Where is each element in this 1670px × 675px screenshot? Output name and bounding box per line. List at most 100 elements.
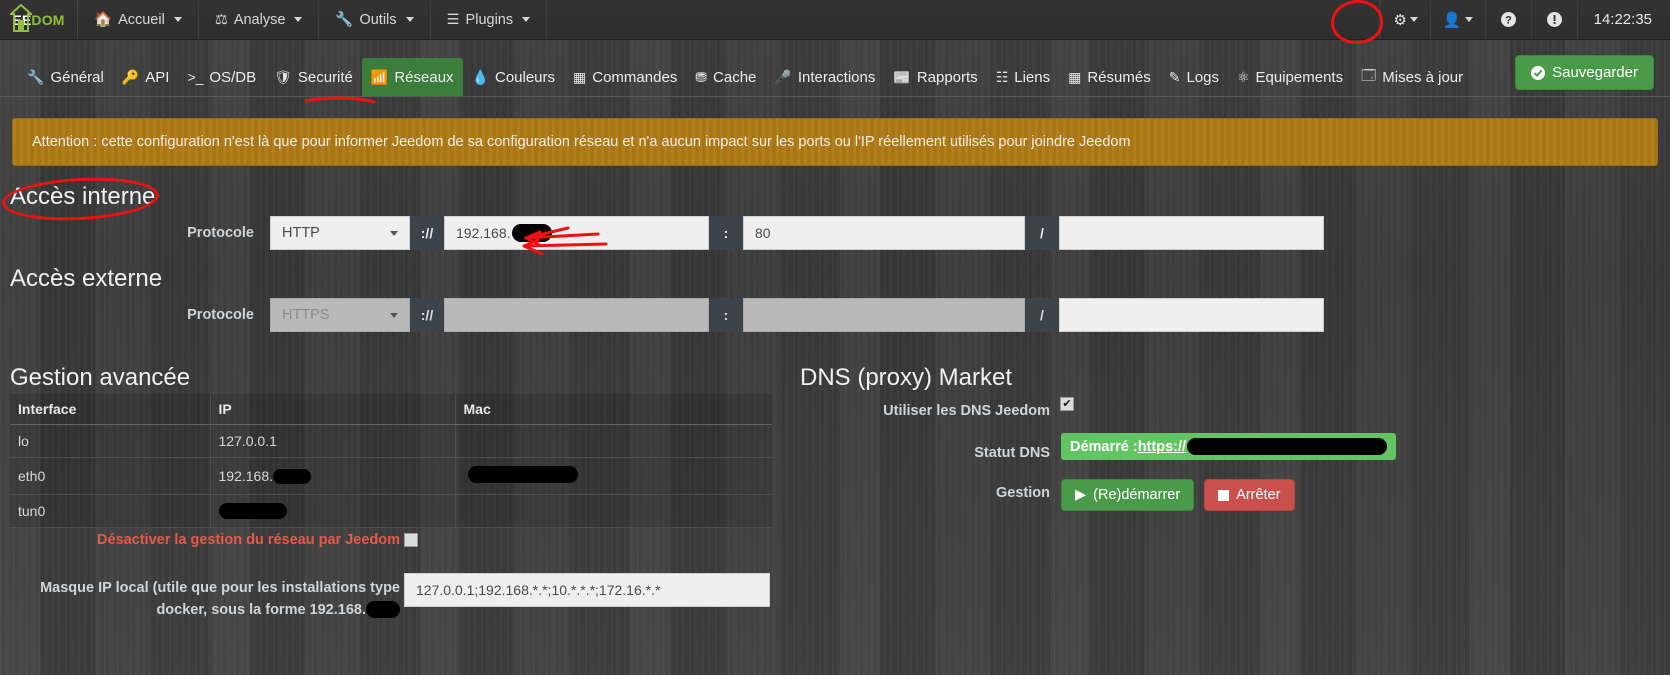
gears-icon: ⚙ <box>1393 11 1407 29</box>
cell-ip <box>209 494 455 528</box>
wrench-icon: 🔧 <box>335 12 354 28</box>
tab-mises-a-jour[interactable]: 🗔 Mises à jour <box>1352 58 1472 96</box>
gear-circle-icon: ⚛ <box>1236 68 1250 85</box>
internal-port-input[interactable]: 80 <box>743 216 1025 250</box>
nav-label: Accueil <box>118 11 165 28</box>
port-separator: : <box>709 298 743 332</box>
edit-icon: ✎ <box>1168 68 1181 85</box>
tab-logs[interactable]: ✎ Logs <box>1160 58 1228 96</box>
nav-item-analyse[interactable]: ⚖ Analyse <box>199 0 320 39</box>
tab-general[interactable]: 🔧 Général <box>18 58 113 96</box>
tab-cache[interactable]: ⛃ Cache <box>686 58 765 96</box>
external-path-input[interactable] <box>1059 298 1324 332</box>
disable-network-label: Désactiver la gestion du réseau par Jeed… <box>96 532 400 548</box>
tab-label: Mises à jour <box>1382 68 1464 86</box>
external-port-input <box>743 298 1025 332</box>
tab-label: API <box>145 68 170 86</box>
shield-icon: 🛡 <box>274 68 292 85</box>
tab-liens[interactable]: ☷ Liens <box>987 58 1059 96</box>
nav-item-outils[interactable]: 🔧 Outils <box>319 0 431 39</box>
tab-reseaux[interactable]: 📶 Réseaux <box>361 58 463 96</box>
microphone-icon: 🎤 <box>774 68 792 85</box>
tab-label: Securité <box>297 68 353 86</box>
chevron-down-icon <box>405 17 414 22</box>
mask-ip-input[interactable]: 127.0.0.1;192.168.*.*;10.*.*.*;172.16.*.… <box>404 573 770 607</box>
navbar-spacer <box>547 0 1381 39</box>
save-button[interactable]: Sauvegarder <box>1515 55 1654 90</box>
cell-mac <box>454 457 772 495</box>
tab-interactions[interactable]: 🎤 Interactions <box>765 58 884 96</box>
tab-equipements[interactable]: ⚛ Equipements <box>1228 58 1352 96</box>
key-icon: 🔑 <box>121 68 140 85</box>
dns-stop-button[interactable]: Arrêter <box>1204 479 1295 511</box>
tab-osdb[interactable]: >_ OS/DB <box>178 58 265 96</box>
dns-restart-label: (Re)démarrer <box>1093 487 1181 503</box>
section-title-external-access: Accès externe <box>10 265 163 292</box>
internal-port-value: 80 <box>755 225 771 241</box>
internal-ip-input[interactable]: 192.168. <box>444 216 709 250</box>
tab-resumes[interactable]: ▦ Résumés <box>1059 58 1160 96</box>
section-title-internal-access: Accès interne <box>10 183 156 210</box>
wrench-icon: 🔧 <box>27 68 45 85</box>
user-icon: 👤 <box>1442 11 1462 29</box>
sitemap-icon: ☷ <box>995 68 1009 85</box>
dns-status-url[interactable]: https:// <box>1138 439 1186 455</box>
chevron-down-icon <box>522 17 531 22</box>
tab-couleurs[interactable]: 💧 Couleurs <box>463 58 564 96</box>
redaction-block <box>1187 438 1388 455</box>
home-icon: 🏠 <box>94 12 113 28</box>
internal-protocol-label: Protocole <box>187 225 254 241</box>
svg-text:?: ? <box>1505 15 1512 27</box>
redaction-block <box>273 469 311 484</box>
dns-restart-button[interactable]: ▶ (Re)démarrer <box>1061 479 1195 511</box>
table-row: eth0 192.168. <box>10 457 772 495</box>
disable-network-checkbox[interactable] <box>404 533 418 547</box>
external-protocol-label: Protocole <box>187 307 254 323</box>
table-icon: ▦ <box>1068 68 1082 85</box>
brand-logo[interactable]: EEDOM <box>0 0 78 39</box>
chevron-down-icon <box>1464 17 1473 22</box>
cell-interface: tun0 <box>10 494 210 528</box>
tab-rapports[interactable]: 📰 Rapports <box>884 58 986 96</box>
gears-menu-button[interactable]: ⚙ <box>1380 0 1429 39</box>
user-menu-button[interactable]: 👤 <box>1429 0 1485 39</box>
internal-protocol-value: HTTP <box>282 225 320 241</box>
terminal-icon: >_ <box>187 69 204 85</box>
cache-icon: ⛃ <box>695 68 708 85</box>
play-icon: ▶ <box>1075 487 1087 503</box>
network-interfaces-table: Interface IP Mac lo 127.0.0.1 eth0 192.1… <box>10 394 772 528</box>
help-icon: ? <box>1500 12 1516 27</box>
use-jeedom-dns-checkbox[interactable]: ✔ <box>1060 397 1074 411</box>
tab-label: Liens <box>1014 68 1051 86</box>
scheme-separator: :// <box>410 216 444 250</box>
tab-commandes[interactable]: ▦ Commandes <box>564 58 686 96</box>
internal-path-input[interactable] <box>1059 216 1324 250</box>
rss-icon: 📶 <box>370 68 389 85</box>
tab-api[interactable]: 🔑 API <box>113 58 179 96</box>
nav-item-accueil[interactable]: 🏠 Accueil <box>78 0 199 39</box>
nav-item-plugins[interactable]: ☰ Plugins <box>431 0 548 39</box>
tab-label: Logs <box>1186 68 1219 86</box>
scheme-separator: :// <box>410 298 444 332</box>
tab-label: Rapports <box>916 68 978 86</box>
network-warning-banner: Attention : cette configuration n'est là… <box>12 118 1658 166</box>
redaction-block <box>218 503 287 519</box>
mask-ip-label-line2: docker, sous la forme 192.168. <box>156 602 366 618</box>
save-button-label: Sauvegarder <box>1552 64 1638 81</box>
alert-button[interactable] <box>1530 0 1577 39</box>
check-circle-icon <box>1531 65 1546 80</box>
navbar-right-group: ⚙ 👤 ? 14:22:35 <box>1380 0 1670 39</box>
nav-label: Analyse <box>233 11 286 28</box>
dns-management-buttons: ▶ (Re)démarrer Arrêter <box>1061 479 1295 511</box>
help-button[interactable]: ? <box>1484 0 1531 39</box>
tab-label: Résumés <box>1087 68 1151 86</box>
clock: 14:22:35 <box>1576 0 1670 39</box>
table-header-row: Interface IP Mac <box>10 394 772 425</box>
droplet-icon: 💧 <box>471 68 489 85</box>
grid-icon: ▦ <box>573 68 587 85</box>
tab-securite[interactable]: 🛡 Securité <box>265 58 362 96</box>
tab-label: OS/DB <box>209 68 257 86</box>
internal-protocol-select[interactable]: HTTP <box>270 216 410 250</box>
chevron-down-icon <box>390 230 398 236</box>
table-row: lo 127.0.0.1 <box>10 424 772 458</box>
